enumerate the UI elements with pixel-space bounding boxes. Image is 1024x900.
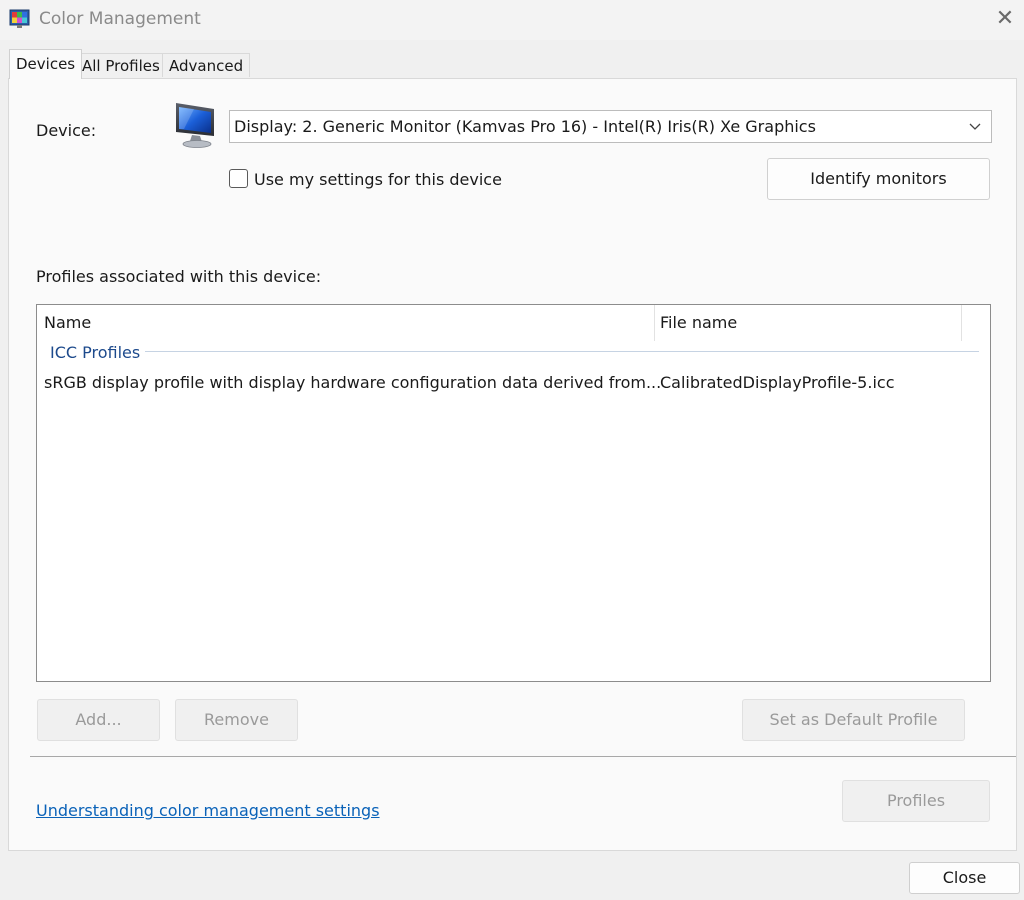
use-my-settings-label[interactable]: Use my settings for this device bbox=[254, 170, 502, 189]
window-title: Color Management bbox=[39, 9, 201, 29]
group-header-icc-profiles: ICC Profiles bbox=[50, 343, 141, 362]
set-default-profile-button[interactable]: Set as Default Profile bbox=[742, 699, 965, 741]
color-management-app-icon bbox=[9, 9, 30, 28]
column-header-name[interactable]: Name bbox=[44, 305, 91, 341]
chevron-down-icon bbox=[969, 123, 981, 130]
profiles-associated-label: Profiles associated with this device: bbox=[36, 267, 322, 286]
tab-advanced[interactable]: Advanced bbox=[162, 53, 251, 77]
close-button[interactable]: Close bbox=[909, 862, 1020, 894]
title-bar: Color Management ✕ bbox=[0, 0, 1024, 40]
profiles-button[interactable]: Profiles bbox=[842, 780, 990, 822]
group-header-line bbox=[145, 351, 979, 352]
profile-file-cell: CalibratedDisplayProfile-5.icc bbox=[660, 373, 895, 392]
identify-monitors-button[interactable]: Identify monitors bbox=[767, 158, 990, 200]
column-header-file-name[interactable]: File name bbox=[660, 305, 737, 341]
separator bbox=[30, 756, 1016, 757]
tab-devices[interactable]: Devices bbox=[9, 49, 83, 79]
add-button[interactable]: Add... bbox=[37, 699, 160, 741]
close-icon[interactable]: ✕ bbox=[990, 6, 1020, 32]
device-label: Device: bbox=[36, 121, 97, 140]
profiles-list[interactable]: Name File name ICC Profiles sRGB display… bbox=[36, 304, 991, 682]
profile-name-cell: sRGB display profile with display hardwa… bbox=[44, 373, 662, 392]
understanding-color-management-link[interactable]: Understanding color management settings bbox=[36, 801, 380, 820]
remove-button[interactable]: Remove bbox=[175, 699, 298, 741]
column-divider bbox=[961, 305, 962, 341]
column-divider bbox=[654, 305, 655, 341]
tab-all-profiles[interactable]: All Profiles bbox=[75, 53, 167, 77]
use-my-settings-checkbox[interactable] bbox=[229, 169, 248, 188]
device-dropdown-value: Display: 2. Generic Monitor (Kamvas Pro … bbox=[234, 117, 816, 136]
monitor-icon bbox=[176, 103, 214, 148]
device-dropdown[interactable]: Display: 2. Generic Monitor (Kamvas Pro … bbox=[229, 110, 992, 143]
